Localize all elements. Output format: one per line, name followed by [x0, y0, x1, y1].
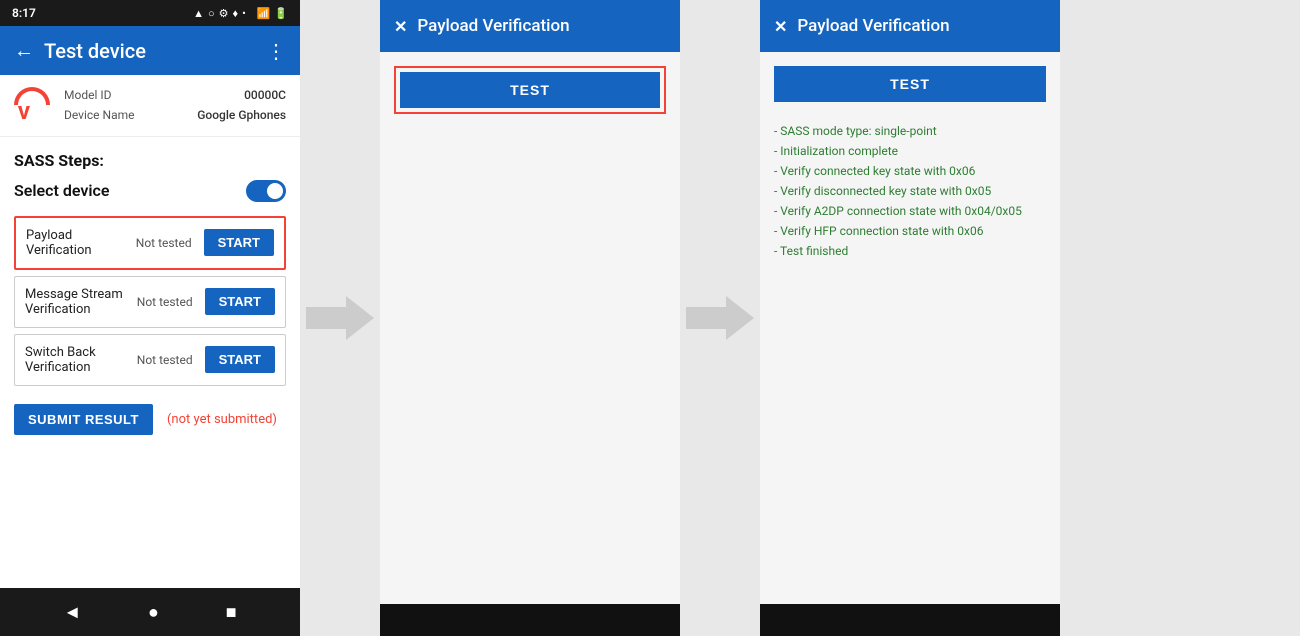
settings-icon: ⚙ — [219, 7, 229, 20]
phone-panel: 8:17 ▲ ○ ⚙ ♦ • 📶 🔋 ← Test device ⋮ V Mod… — [0, 0, 300, 636]
result-line-6: - Test finished — [774, 242, 1046, 260]
arrow-shape-1 — [306, 296, 374, 340]
arrow-shape-2 — [686, 296, 754, 340]
result-line-0: - SASS mode type: single-point — [774, 122, 1046, 140]
nav-home-button[interactable]: ● — [148, 602, 159, 623]
nav-recent-button[interactable]: ■ — [226, 602, 237, 623]
device-logo: V — [14, 87, 50, 123]
logo-v: V — [18, 105, 30, 123]
arrow-body-1 — [306, 307, 346, 329]
not-submitted-label: (not yet submitted) — [167, 412, 277, 427]
device-name-value: Google Gphones — [197, 105, 286, 125]
test-button-2[interactable]: TEST — [774, 66, 1046, 102]
sim-icon: ○ — [208, 7, 215, 20]
result-lines: - SASS mode type: single-point - Initiali… — [774, 122, 1046, 260]
result-line-2: - Verify connected key state with 0x06 — [774, 162, 1046, 180]
sass-steps-title: SASS Steps: — [14, 151, 286, 170]
step-name-0: Payload Verification — [26, 228, 130, 258]
select-device-toggle[interactable] — [246, 180, 286, 202]
top-app-bar: ← Test device ⋮ — [0, 26, 300, 75]
step-name-2: Switch Back Verification — [25, 345, 131, 375]
dialog-window-2: ✕ Payload Verification TEST - SASS mode … — [760, 0, 1060, 636]
status-time: 8:17 — [12, 6, 36, 20]
arrow-2 — [680, 0, 760, 636]
model-id-value: 00000C — [244, 85, 286, 105]
arrow-head-2 — [726, 296, 754, 340]
steps-container: Payload VerificationNot testedSTARTMessa… — [14, 216, 286, 386]
toggle-knob — [267, 183, 283, 199]
page-title: Test device — [44, 39, 256, 63]
submit-row: SUBMIT RESULT (not yet submitted) — [14, 404, 286, 435]
step-status-1: Not tested — [137, 295, 193, 309]
test-step-row-0: Payload Verification Not tested START — [14, 216, 286, 270]
result-line-4: - Verify A2DP connection state with 0x04… — [774, 202, 1046, 220]
device-details: Model ID 00000C Device Name Google Gphon… — [64, 85, 286, 126]
status-icons: ▲ ○ ⚙ ♦ • 📶 🔋 — [193, 7, 288, 20]
arrow-body-2 — [686, 307, 726, 329]
dialog-close-button-2[interactable]: ✕ — [774, 17, 787, 36]
dialog-bottombar-1 — [380, 604, 680, 636]
arrow-1 — [300, 0, 380, 636]
dialog-body-1: TEST — [380, 52, 680, 604]
start-button-2[interactable]: START — [205, 346, 275, 373]
dot-icon: • — [242, 7, 246, 20]
dialog-title-1: Payload Verification — [417, 16, 569, 36]
wifi2-icon: 📶 — [257, 7, 271, 20]
wifi-icon: ▲ — [193, 7, 204, 20]
phone-navbar: ◄ ● ■ — [0, 588, 300, 636]
status-bar: 8:17 ▲ ○ ⚙ ♦ • 📶 🔋 — [0, 0, 300, 26]
select-device-label: Select device — [14, 181, 109, 200]
dialog-title-2: Payload Verification — [797, 16, 949, 36]
dialog-bottombar-2 — [760, 604, 1060, 636]
battery-icon: 🔋 — [274, 7, 288, 20]
step-name-1: Message Stream Verification — [25, 287, 131, 317]
device-name-row: Device Name Google Gphones — [64, 105, 286, 125]
device-name-label: Device Name — [64, 105, 135, 125]
test-button-1[interactable]: TEST — [400, 72, 660, 108]
test-step-row-1: Message Stream Verification Not tested STA… — [14, 276, 286, 328]
bt-icon: ♦ — [233, 7, 239, 20]
back-button[interactable]: ← — [14, 38, 34, 63]
device-info-section: V Model ID 00000C Device Name Google Gph… — [0, 75, 300, 137]
dialog-header-2: ✕ Payload Verification — [760, 0, 1060, 52]
result-line-3: - Verify disconnected key state with 0x0… — [774, 182, 1046, 200]
select-device-row: Select device — [14, 180, 286, 202]
model-id-row: Model ID 00000C — [64, 85, 286, 105]
start-button-1[interactable]: START — [205, 288, 275, 315]
submit-result-button[interactable]: SUBMIT RESULT — [14, 404, 153, 435]
dialog-panel-2: ✕ Payload Verification TEST - SASS mode … — [760, 0, 1060, 636]
step-status-2: Not tested — [137, 353, 193, 367]
phone-content: SASS Steps: Select device Payload Verifi… — [0, 137, 300, 588]
result-line-5: - Verify HFP connection state with 0x06 — [774, 222, 1046, 240]
test-step-row-2: Switch Back Verification Not tested START — [14, 334, 286, 386]
dialog-body-2: TEST - SASS mode type: single-point - Ini… — [760, 52, 1060, 604]
dialog-close-button-1[interactable]: ✕ — [394, 17, 407, 36]
step-status-0: Not tested — [136, 236, 192, 250]
start-button-0[interactable]: START — [204, 229, 274, 256]
model-id-label: Model ID — [64, 85, 111, 105]
dialog-header-1: ✕ Payload Verification — [380, 0, 680, 52]
dialog-panel-1: ✕ Payload Verification TEST — [380, 0, 680, 636]
more-options-icon[interactable]: ⋮ — [266, 39, 286, 63]
result-line-1: - Initialization complete — [774, 142, 1046, 160]
nav-back-button[interactable]: ◄ — [63, 602, 81, 623]
test-button-container-1: TEST — [394, 66, 666, 114]
arrow-head-1 — [346, 296, 374, 340]
dialog-window-1: ✕ Payload Verification TEST — [380, 0, 680, 636]
